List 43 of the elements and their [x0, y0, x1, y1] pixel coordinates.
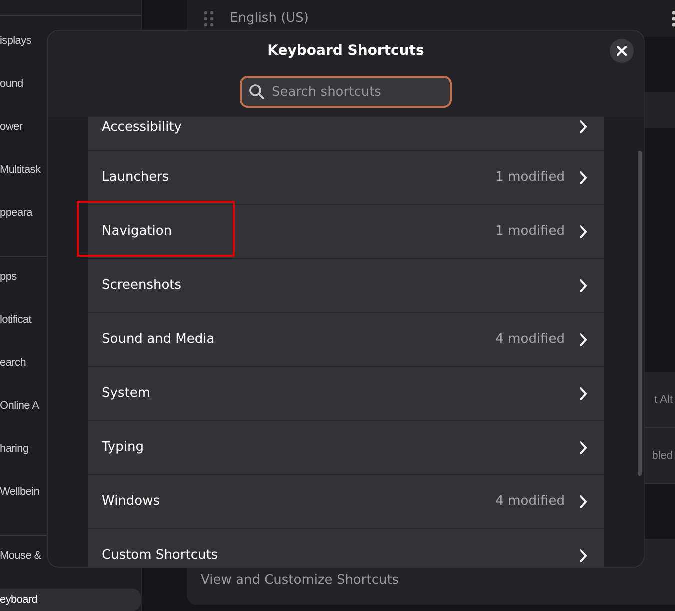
- row-value: t Alt: [654, 394, 673, 406]
- category-row[interactable]: Screenshots: [88, 259, 604, 313]
- input-source-label: English (US): [230, 11, 310, 26]
- category-label: System: [102, 386, 152, 401]
- category-row[interactable]: Launchers 1 modified: [88, 151, 604, 205]
- category-row[interactable]: Navigation 1 modified: [88, 205, 604, 259]
- category-row[interactable]: Sound and Media 4 modified: [88, 313, 604, 367]
- category-label: Launchers: [102, 170, 170, 185]
- category-row[interactable]: Accessibility: [88, 117, 604, 151]
- drag-handle-icon[interactable]: [204, 10, 214, 26]
- chevron-right-icon: [579, 386, 588, 400]
- category-row[interactable]: Typing: [88, 421, 604, 475]
- row-label: View and Customize Shortcuts: [201, 573, 400, 588]
- chevron-right-icon: [579, 332, 588, 346]
- close-button[interactable]: [610, 39, 634, 63]
- row-value: bled: [652, 450, 673, 462]
- category-label: Screenshots: [102, 278, 183, 293]
- category-label: Typing: [102, 440, 145, 455]
- category-label: Sound and Media: [102, 332, 216, 347]
- chevron-right-icon: [579, 494, 588, 508]
- search-field[interactable]: Search shortcuts: [240, 76, 452, 108]
- menu-icon[interactable]: [672, 10, 675, 26]
- sidebar-item[interactable]: eyboard: [0, 589, 141, 611]
- modified-count: 4 modified: [496, 332, 565, 347]
- search-icon: [249, 84, 265, 100]
- modified-count: 1 modified: [496, 224, 565, 239]
- chevron-right-icon: [579, 120, 588, 134]
- scrollbar[interactable]: [638, 151, 642, 476]
- category-row[interactable]: Windows 4 modified: [88, 475, 604, 529]
- chevron-right-icon: [579, 170, 588, 184]
- category-row[interactable]: System: [88, 367, 604, 421]
- modified-count: 1 modified: [496, 170, 565, 185]
- category-label: Navigation: [102, 224, 174, 239]
- category-row[interactable]: Custom Shortcuts: [88, 529, 604, 567]
- chevron-right-icon: [579, 440, 588, 454]
- dialog-title: Keyboard Shortcuts: [268, 43, 424, 59]
- chevron-right-icon: [579, 548, 588, 562]
- modified-count: 4 modified: [496, 494, 565, 509]
- chevron-right-icon: [579, 224, 588, 238]
- category-label: Accessibility: [102, 120, 183, 135]
- close-icon: [617, 46, 627, 56]
- category-label: Windows: [102, 494, 162, 509]
- chevron-right-icon: [579, 278, 588, 292]
